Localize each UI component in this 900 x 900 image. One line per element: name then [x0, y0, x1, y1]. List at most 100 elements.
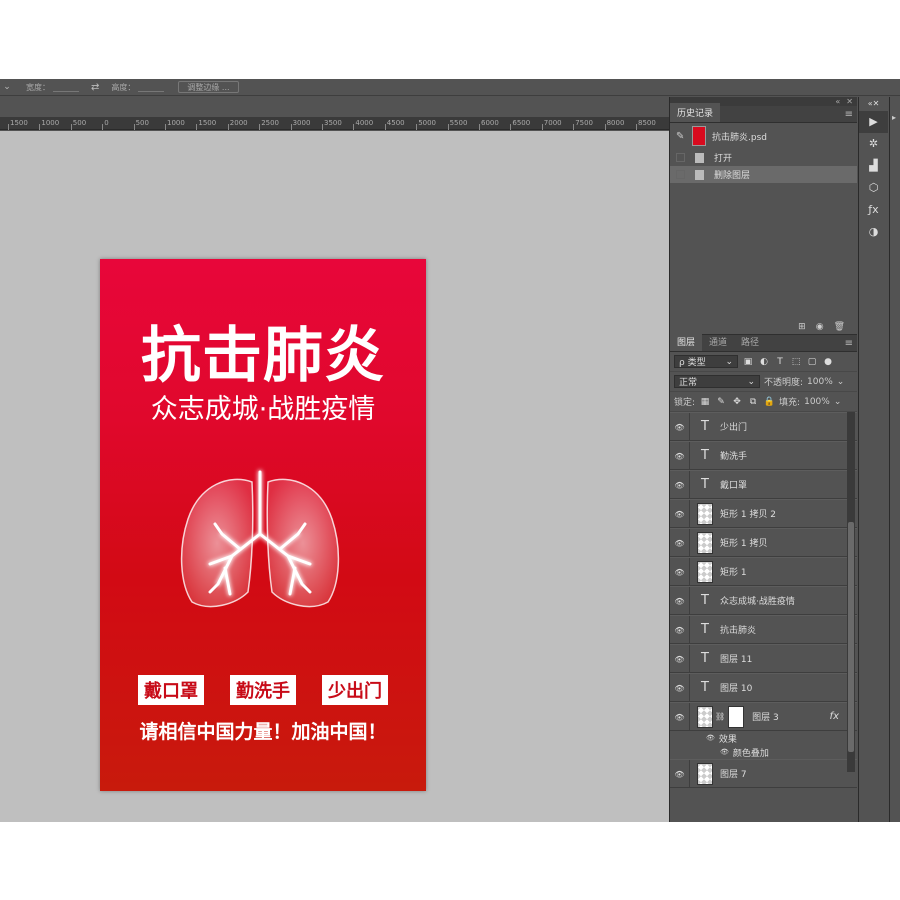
layer-name[interactable]: 矩形 1 拷贝 [720, 536, 767, 549]
ruler-tick [8, 124, 9, 130]
history-checkbox[interactable] [676, 153, 685, 162]
3d-cube-icon[interactable]: ⬡ [859, 177, 888, 199]
eye-icon[interactable]: 👁 [670, 703, 690, 730]
history-checkbox[interactable] [676, 170, 685, 179]
canvas-area[interactable]: 抗击肺炎 众志成城·战胜疫情 戴口罩 勤洗手 少出门 请相信中国力量！加油中国！ [0, 131, 669, 822]
text-filter-icon[interactable]: T [774, 357, 786, 367]
tab-paths[interactable]: 路径 [734, 332, 766, 351]
shape-filter-icon[interactable]: ⬚ [790, 357, 802, 367]
layer-row[interactable]: 👁 T 少出门 [670, 412, 857, 441]
eye-icon[interactable]: 👁 [670, 587, 690, 614]
layer-name[interactable]: 少出门 [720, 420, 747, 433]
layer-row[interactable]: 👁 矩形 1 拷贝 2 [670, 499, 857, 528]
eye-icon[interactable]: 👁 [670, 645, 690, 672]
refine-edge-button[interactable]: 调整边缘 ... [178, 81, 239, 93]
layer-row[interactable]: 👁 T 图层 11 [670, 644, 857, 673]
eye-icon[interactable]: 👁 [670, 558, 690, 585]
effect-item-row[interactable]: 👁 颜色叠加 [670, 745, 857, 759]
eye-icon[interactable]: 👁 [670, 442, 690, 469]
filter-toggle-icon[interactable]: ● [822, 357, 834, 367]
layer-name[interactable]: 矩形 1 [720, 565, 747, 578]
tab-history[interactable]: 历史记录 [670, 103, 721, 122]
height-field[interactable] [138, 82, 165, 92]
lock-all-icon[interactable]: 🔒 [763, 397, 775, 407]
history-item[interactable]: 删除图层 [670, 166, 857, 183]
layer-row[interactable]: 👁 T 勤洗手 [670, 441, 857, 470]
layer-row[interactable]: 👁 T 抗击肺炎 [670, 615, 857, 644]
layer-name[interactable]: 图层 7 [720, 767, 747, 780]
eye-icon[interactable]: 👁 [670, 413, 690, 440]
tab-channels[interactable]: 通道 [702, 332, 734, 351]
fx-icon[interactable]: ƒx [859, 199, 888, 221]
layer-row[interactable]: 👁 矩形 1 [670, 557, 857, 586]
layers-scrollbar[interactable] [847, 412, 855, 772]
layer-row[interactable]: 👁 T 图层 10 [670, 673, 857, 702]
effects-row[interactable]: 👁 效果 [670, 731, 857, 745]
eye-icon[interactable]: 👁 [670, 760, 690, 787]
trash-icon[interactable]: 🗑 [834, 322, 845, 332]
lock-move-icon[interactable]: ✥ [731, 397, 743, 407]
chevron-down-icon[interactable]: ⌄ [837, 377, 845, 387]
eye-icon[interactable]: 👁 [720, 748, 729, 756]
horizontal-ruler[interactable]: 1500 1000 500 0 500 1000 1500 2000 2500 3000 3500 4… [0, 117, 669, 130]
layer-name[interactable]: 图层 11 [720, 652, 752, 665]
tab-layers[interactable]: 图层 [670, 332, 703, 351]
layer-row[interactable]: 👁 ⛓ 图层 3 fx [670, 702, 857, 731]
camera-icon[interactable]: ◉ [816, 322, 824, 332]
layer-thumbnail [697, 502, 713, 525]
eye-icon[interactable]: 👁 [670, 674, 690, 701]
layer-name[interactable]: 图层 10 [720, 681, 752, 694]
poster-document[interactable]: 抗击肺炎 众志成城·战胜疫情 戴口罩 勤洗手 少出门 请相信中国力量！加油中国！ [100, 259, 426, 791]
eye-icon[interactable]: 👁 [670, 529, 690, 556]
eye-icon[interactable]: 👁 [670, 500, 690, 527]
layer-name[interactable]: 抗击肺炎 [720, 623, 756, 636]
width-field[interactable] [53, 82, 79, 92]
new-document-icon[interactable]: ⊞ [798, 322, 806, 332]
image-filter-icon[interactable]: ▣ [742, 357, 754, 367]
play-icon[interactable]: ▶ [859, 111, 888, 133]
layer-row[interactable]: 👁 T 戴口罩 [670, 470, 857, 499]
collapse-icon[interactable]: «✕ [859, 97, 888, 111]
eye-icon[interactable]: 👁 [670, 616, 690, 643]
ruler-tick [479, 124, 480, 130]
layer-mask-thumbnail[interactable] [728, 705, 745, 728]
layer-row[interactable]: 👁 T 众志成城·战胜疫情 [670, 586, 857, 615]
opacity-value[interactable]: 100% [807, 377, 833, 387]
poster-slogan: 请相信中国力量！加油中国！ [139, 721, 387, 743]
eye-icon[interactable]: 👁 [670, 471, 690, 498]
fx-badge[interactable]: fx [830, 711, 839, 722]
chevron-down-icon[interactable]: ⌄ [834, 397, 842, 407]
eye-icon[interactable]: 👁 [706, 734, 715, 742]
blend-mode-select[interactable]: 正常 ⌄ [674, 375, 760, 388]
layer-filter-select[interactable]: ρ 类型 ⌄ [674, 355, 738, 368]
swap-arrows-icon[interactable]: ⇄ [91, 82, 99, 93]
brush-settings-icon[interactable]: ✲ [859, 133, 888, 155]
link-icon[interactable]: ⛓ [715, 712, 725, 721]
history-snapshot[interactable]: ✎ 抗击肺炎.psd [670, 123, 857, 149]
layer-name[interactable]: 矩形 1 拷贝 2 [720, 507, 776, 520]
panel-menu-icon[interactable]: ≡ [845, 109, 853, 120]
lock-paint-icon[interactable]: ✎ [715, 397, 727, 407]
panel-menu-icon[interactable]: ≡ [845, 338, 853, 349]
layer-name[interactable]: 众志成城·战胜疫情 [720, 594, 795, 607]
layer-row[interactable]: 👁 图层 7 [670, 759, 857, 788]
photoshop-window: ⌄ 宽度： ⇄ 高度： 调整边缘 ... 1500 1000 500 0 500 1000… [0, 79, 900, 822]
histogram-icon[interactable]: ▟ [859, 155, 888, 177]
layer-name[interactable]: 戴口罩 [720, 478, 747, 491]
lock-artboard-icon[interactable]: ⧉ [747, 397, 759, 407]
adjustments-icon[interactable]: ◑ [859, 221, 888, 243]
close-panel-icon[interactable]: ✕ [846, 97, 853, 106]
chevron-down-icon[interactable]: ⌄ [0, 82, 14, 92]
ruler-tick [636, 124, 637, 130]
fill-value[interactable]: 100% [804, 397, 830, 407]
layer-name[interactable]: 图层 3 [752, 710, 779, 723]
history-item[interactable]: 打开 [670, 149, 857, 166]
smart-filter-icon[interactable]: ▢ [806, 357, 818, 367]
adjustment-filter-icon[interactable]: ◐ [758, 357, 770, 367]
layer-name[interactable]: 勤洗手 [720, 449, 747, 462]
ruler-tick-label: 1500 [198, 119, 217, 127]
lock-pixels-icon[interactable]: ▦ [699, 397, 711, 407]
history-brush-icon[interactable]: ✎ [676, 131, 690, 142]
layer-row[interactable]: 👁 矩形 1 拷贝 [670, 528, 857, 557]
collapse-panels-icon[interactable]: « [835, 97, 840, 106]
